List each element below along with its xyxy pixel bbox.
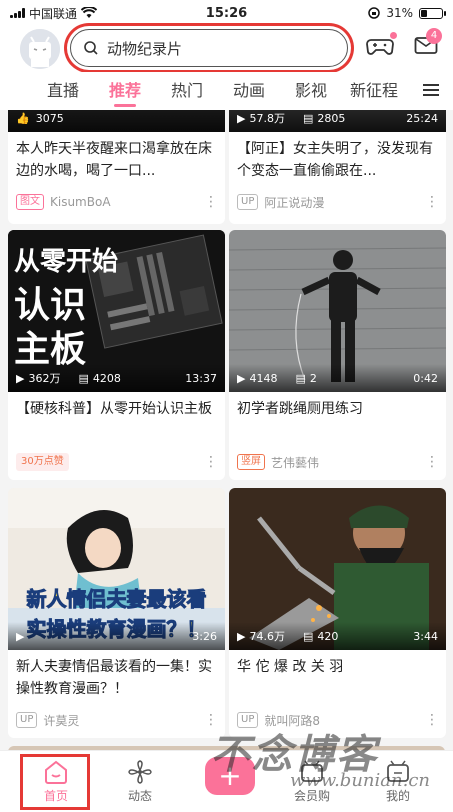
author-name: 艺伟藝伟	[271, 455, 320, 470]
video-title: 本人昨天半夜醒来口渴拿放在床边的水喝，喝了一口...	[16, 141, 212, 179]
danmaku-icon: ▤	[295, 371, 306, 385]
tv-mascot-icon	[20, 29, 60, 69]
tab-live[interactable]: 直播	[32, 72, 94, 110]
video-title: 初学者跳绳厕甩练习	[237, 401, 363, 417]
tab-new-journey[interactable]: 新征程	[342, 72, 406, 110]
more-icon[interactable]: ⋮	[425, 194, 439, 210]
video-feed: 👍 3075 本人昨天半夜醒来口渴拿放在床边的水喝，喝了一口... 图文 Kis…	[0, 110, 453, 750]
messages-button[interactable]: 4	[414, 28, 444, 62]
danmaku-count: 2	[309, 371, 317, 385]
tab-recommend[interactable]: 推荐	[94, 72, 156, 110]
channel-tabs: 直播 推荐 热门 动画 影视 新征程	[0, 72, 453, 110]
cover-stats: ▶ 362万 ▤ 4208 13:37	[8, 364, 225, 392]
video-cover: 新人情侣夫妻最该看 实操性教育漫画？！ ▶ 3:26	[8, 488, 225, 650]
author-name: KisumBoA	[50, 195, 111, 209]
play-icon: ▶	[16, 629, 25, 643]
duration: 3:26	[192, 629, 217, 643]
author-name: 许莫灵	[43, 713, 80, 728]
video-cover: ▶ 4148 ▤ 2 0:42	[229, 230, 446, 392]
play-icon: ▶	[237, 111, 246, 125]
video-title: 【阿正】女主失明了，没发现有个变态一直偷偷跟在...	[237, 141, 433, 179]
video-card[interactable]: 👍 3075 本人昨天半夜醒来口渴拿放在床边的水喝，喝了一口... 图文 Kis…	[8, 110, 225, 224]
menu-icon	[423, 83, 439, 96]
video-title: 新人夫妻情侣最该看的一集！实操性教育漫画？！	[16, 659, 212, 697]
danmaku-icon: ▤	[78, 371, 89, 385]
play-icon: ▶	[237, 371, 246, 385]
danmaku-count: 420	[317, 629, 339, 643]
cover-stats: ▶ 3:26	[8, 622, 225, 650]
video-title: 【硬核科普】从零开始认识主板	[16, 401, 212, 417]
up-tag: UP	[237, 194, 259, 210]
carrier-label: 中国联通	[29, 6, 78, 21]
type-tag: 图文	[16, 194, 44, 210]
up-tag: UP	[16, 712, 38, 728]
danmaku-icon: ▤	[302, 629, 314, 643]
likes-tag: 30万点赞	[16, 453, 69, 471]
video-cover: 👍 3075	[8, 110, 225, 132]
nav-home[interactable]: 首页	[18, 751, 94, 812]
home-icon	[45, 760, 67, 784]
game-center-button[interactable]	[366, 32, 397, 62]
video-cover: ▶ 57.8万 ▤ 2805 25:24	[229, 110, 446, 132]
more-icon[interactable]: ⋮	[204, 194, 218, 210]
duration: 3:44	[413, 629, 438, 643]
play-icon: ▶	[16, 371, 25, 385]
cover-stats: 👍 3075	[8, 110, 225, 132]
play-icon: ▶	[237, 629, 246, 643]
cover-stats: ▶ 74.6万 ▤ 420 3:44	[229, 622, 446, 650]
duration: 13:37	[185, 371, 217, 385]
top-header: 动物纪录片 4	[0, 26, 453, 72]
video-card[interactable]: 从零开始 认识 主板 ▶ 362万 ▤ 4208 13:37 【硬核科普】从零开…	[8, 230, 225, 480]
view-count: 74.6万	[249, 630, 285, 643]
video-cover: ▶ 74.6万 ▤ 420 3:44	[229, 488, 446, 650]
more-icon[interactable]: ⋮	[204, 454, 218, 470]
wifi-icon	[81, 7, 98, 18]
search-input[interactable]: 动物纪录片	[70, 29, 348, 67]
nav-dynamics[interactable]: 动态	[102, 751, 178, 812]
like-icon: 👍	[16, 111, 30, 125]
tab-movies[interactable]: 影视	[280, 72, 342, 110]
video-card[interactable]: 新人情侣夫妻最该看 实操性教育漫画？！ ▶ 3:26 新人夫妻情侣最该看的一集！…	[8, 488, 225, 738]
watermark-url: www.bunian.cn	[290, 770, 430, 791]
video-title: 华 佗 爆 改 关 羽	[237, 659, 344, 675]
tab-anime[interactable]: 动画	[218, 72, 280, 110]
cover-stats: ▶ 4148 ▤ 2 0:42	[229, 364, 446, 392]
cover-overlay-text: 从零开始 认识 主板	[14, 247, 119, 370]
message-badge: 4	[426, 28, 442, 44]
video-card[interactable]: ▶ 74.6万 ▤ 420 3:44 华 佗 爆 改 关 羽 UP 就叫阿路8 …	[229, 488, 446, 738]
status-bar: 中国联通 15:26 31%	[0, 0, 453, 26]
view-count: 4148	[249, 371, 278, 385]
more-icon[interactable]: ⋮	[425, 712, 439, 728]
video-card[interactable]: ▶ 4148 ▤ 2 0:42 初学者跳绳厕甩练习 竖屏 艺伟藝伟 ⋮	[229, 230, 446, 480]
orientation-lock-icon	[368, 7, 381, 19]
view-count: 362万	[28, 372, 61, 385]
avatar[interactable]	[20, 29, 60, 69]
battery-icon	[419, 7, 446, 19]
cover-stats: ▶ 57.8万 ▤ 2805 25:24	[229, 110, 446, 132]
signal-icon	[10, 8, 25, 18]
danmaku-count: 4208	[92, 371, 121, 385]
search-icon	[84, 41, 98, 55]
notification-dot	[390, 32, 397, 39]
more-icon[interactable]: ⋮	[425, 454, 439, 470]
tab-menu-button[interactable]	[423, 82, 439, 101]
video-cover: 从零开始 认识 主板 ▶ 362万 ▤ 4208 13:37	[8, 230, 225, 392]
video-card[interactable]: ▶ 57.8万 ▤ 2805 25:24 【阿正】女主失明了，没发现有个变态一直…	[229, 110, 446, 224]
vertical-tag: 竖屏	[237, 454, 265, 470]
duration: 0:42	[413, 371, 438, 385]
author-name: 阿正说动漫	[264, 195, 325, 210]
search-placeholder: 动物纪录片	[107, 39, 183, 58]
battery-percent: 31%	[386, 6, 413, 20]
tab-hot[interactable]: 热门	[156, 72, 218, 110]
fan-icon	[128, 760, 152, 784]
danmaku-icon: ▤	[302, 111, 314, 125]
